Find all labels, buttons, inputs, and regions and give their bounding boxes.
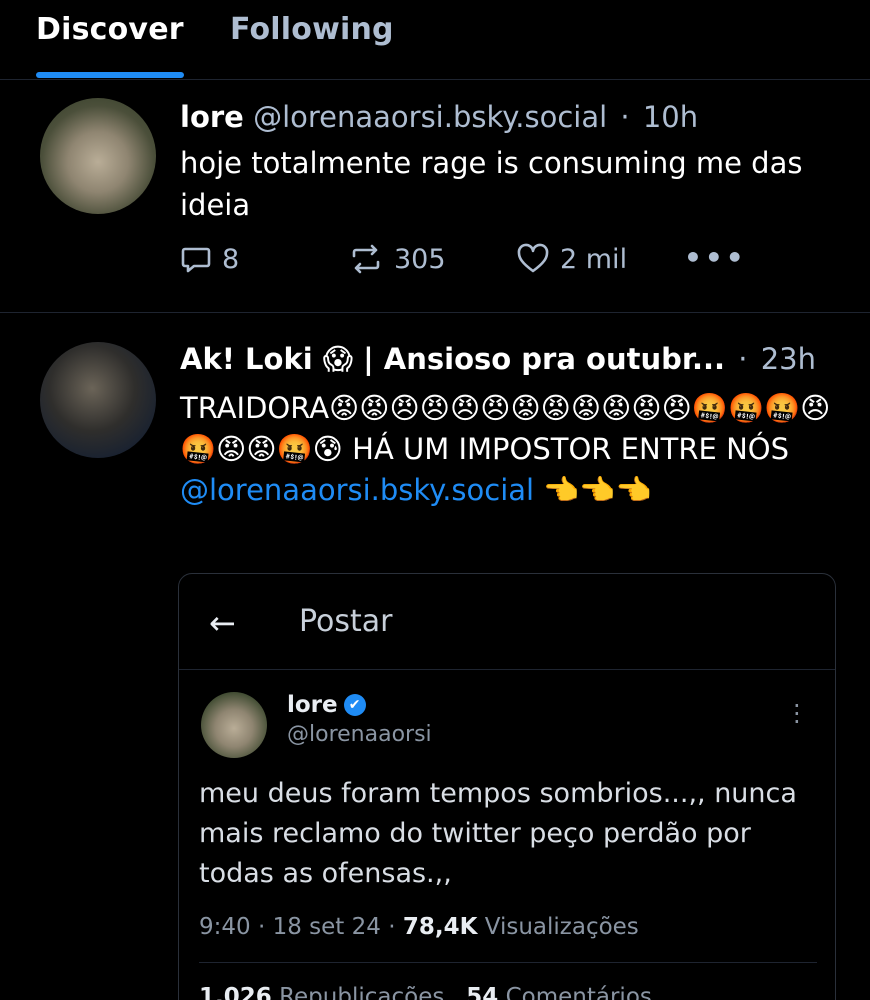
feed-post[interactable]: Ak! Loki 😱 | Ansioso pra outubr... · 23h… [0, 314, 870, 1000]
back-arrow-icon: ← [209, 604, 236, 642]
avatar [201, 692, 267, 758]
like-button[interactable]: 2 mil [516, 243, 627, 275]
embed-comments-label: Comentários [498, 984, 652, 1000]
more-options-button[interactable]: ••• [684, 241, 747, 274]
more-icon: ••• [684, 241, 747, 274]
kebab-menu-icon: · · · [793, 692, 801, 736]
post-text: hoje totalmente rage is consuming me das… [180, 146, 803, 222]
pointing-emoji: 👈👈👈 [534, 473, 652, 507]
heart-icon [517, 243, 549, 273]
embed-author-label: lore [287, 692, 338, 718]
embed-header: ← Postar [179, 574, 835, 670]
embed-views-count: 78,4K [402, 914, 478, 940]
feed-post[interactable]: lore @lorenaaorsi.bsky.social · 10h hoje… [0, 80, 870, 313]
avatar[interactable] [40, 342, 156, 458]
embed-text: meu deus foram tempos sombrios...,, nunc… [199, 778, 797, 889]
embed-author-handle: @lorenaaorsi [287, 722, 432, 747]
embed-title: Postar [299, 604, 393, 639]
separator-dot: · [620, 100, 630, 134]
embedded-image[interactable]: ← Postar lore ✔ @lorenaaorsi · · · meu deu… [178, 573, 836, 1000]
divider [199, 962, 817, 963]
embed-stats: 1.026 Republicações 54 Comentários [199, 984, 652, 1000]
repost-count: 305 [394, 243, 446, 275]
post-text-body: TRAIDORA😡😡😠😠😠😠😡😡😡😡😡😠🤬🤬🤬😠🤬😡😡🤬😰 HÁ UM IMPO… [180, 391, 831, 466]
post-time[interactable]: 23h [761, 342, 816, 376]
post-time[interactable]: 10h [643, 100, 698, 134]
tab-following[interactable]: Following [230, 12, 394, 47]
separator-dot: · [738, 342, 748, 376]
reply-count: 8 [222, 243, 240, 275]
embed-timestamp: 9:40 · 18 set 24 · [199, 914, 403, 940]
embed-comments-count: 54 [466, 984, 499, 1000]
post-actions: 8 305 2 mil ••• [180, 241, 744, 283]
embed-author-name: lore ✔ [287, 692, 366, 718]
embed-views-label: Visualizações [477, 914, 639, 940]
mention-link[interactable]: @lorenaaorsi.bsky.social [180, 473, 534, 507]
author-handle[interactable]: @lorenaaorsi.bsky.social [253, 100, 607, 134]
reply-icon [181, 247, 211, 273]
like-count: 2 mil [560, 243, 628, 275]
feed-tabs: Discover Following [0, 0, 870, 80]
author-name[interactable]: Ak! Loki 😱 | Ansioso pra outubr... [180, 342, 725, 376]
verified-badge-icon: ✔ [343, 694, 366, 716]
repost-button[interactable]: 305 [348, 243, 446, 275]
avatar[interactable] [40, 98, 156, 214]
post-header: Ak! Loki 😱 | Ansioso pra outubr... · 23h [180, 342, 816, 376]
post-header: lore @lorenaaorsi.bsky.social · 10h [180, 100, 698, 134]
active-tab-indicator [36, 72, 184, 78]
tab-discover[interactable]: Discover [36, 12, 184, 47]
embed-reposts-count: 1.026 [199, 984, 272, 1000]
post-text: TRAIDORA😡😡😠😠😠😠😡😡😡😡😡😠🤬🤬🤬😠🤬😡😡🤬😰 HÁ UM IMPO… [180, 388, 840, 511]
embed-reposts-label: Republicações [271, 984, 445, 1000]
repost-icon [352, 244, 380, 274]
author-name[interactable]: lore [180, 100, 244, 134]
reply-button[interactable]: 8 [180, 243, 239, 275]
embed-meta: 9:40 · 18 set 24 · 78,4K Visualizações [199, 914, 639, 940]
